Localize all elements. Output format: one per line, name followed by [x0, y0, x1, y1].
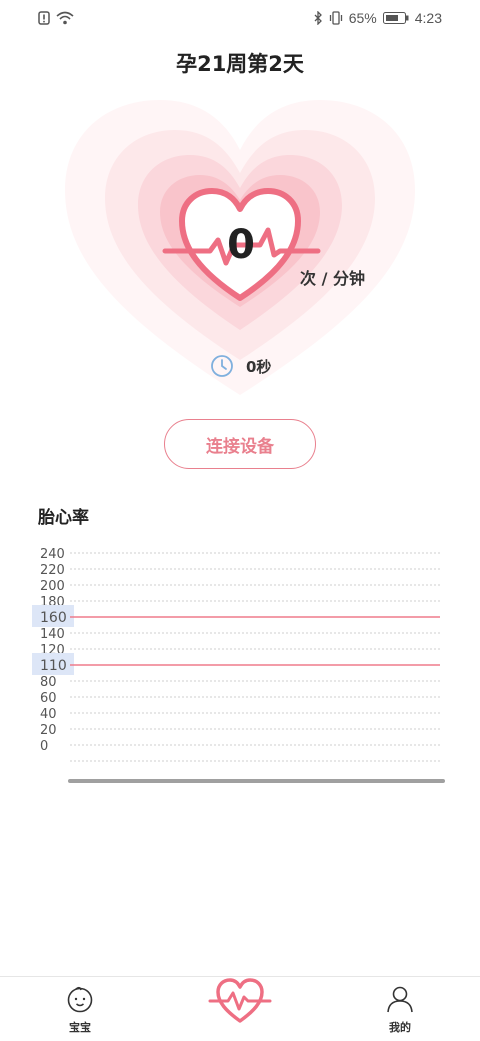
connect-device-button[interactable]: 连接设备 — [164, 419, 316, 469]
y-tick-label: 60 — [40, 691, 57, 706]
y-tick-label: 110 — [40, 658, 67, 674]
timer: 0秒 — [210, 354, 271, 378]
nav-label-baby: 宝宝 — [69, 1021, 91, 1034]
nav-item-baby[interactable]: 宝宝 — [40, 985, 120, 1035]
battery-percent: 65% — [348, 10, 377, 26]
vibrate-icon — [329, 11, 342, 25]
status-right-icons: 65% 4:23 — [314, 9, 442, 27]
fetal-heart-rate-chart[interactable]: 240220200180160140120110806040200 — [30, 540, 450, 790]
battery-icon — [382, 12, 409, 24]
y-tick-label: 220 — [40, 563, 65, 578]
chart-scrollbar[interactable] — [68, 779, 445, 783]
y-tick-label: 40 — [40, 707, 57, 722]
y-tick-label: 160 — [40, 610, 67, 626]
chart-section-title: 胎心率 — [38, 508, 89, 528]
baby-face-icon — [67, 986, 93, 1013]
y-tick-label: 140 — [40, 627, 65, 642]
page-title: 孕21周第2天 — [176, 52, 304, 76]
clock: 4:23 — [414, 10, 442, 26]
user-icon — [387, 986, 413, 1013]
y-tick-label: 240 — [40, 547, 65, 562]
wifi-icon — [56, 11, 74, 25]
alert-icon — [38, 11, 50, 25]
clock-icon — [211, 355, 233, 377]
y-tick-label: 20 — [40, 723, 57, 738]
y-tick-label: 200 — [40, 579, 65, 594]
y-tick-label: 80 — [40, 675, 57, 690]
timer-text: 0秒 — [246, 357, 272, 376]
heartbeat-icon — [208, 978, 272, 1023]
status-left-icons — [38, 9, 74, 27]
status-bar: 65% 4:23 — [0, 0, 480, 36]
heart-rate-unit: 次 / 分钟 — [300, 269, 365, 288]
bottom-nav: 宝宝 我的 — [0, 976, 480, 1041]
bluetooth-icon — [314, 11, 322, 25]
nav-label-mine: 我的 — [389, 1021, 411, 1034]
heart-rate-value: 0 — [227, 222, 255, 268]
nav-item-heartbeat[interactable] — [200, 971, 280, 1031]
nav-item-mine[interactable]: 我的 — [360, 985, 440, 1035]
y-tick-label: 0 — [40, 739, 48, 754]
